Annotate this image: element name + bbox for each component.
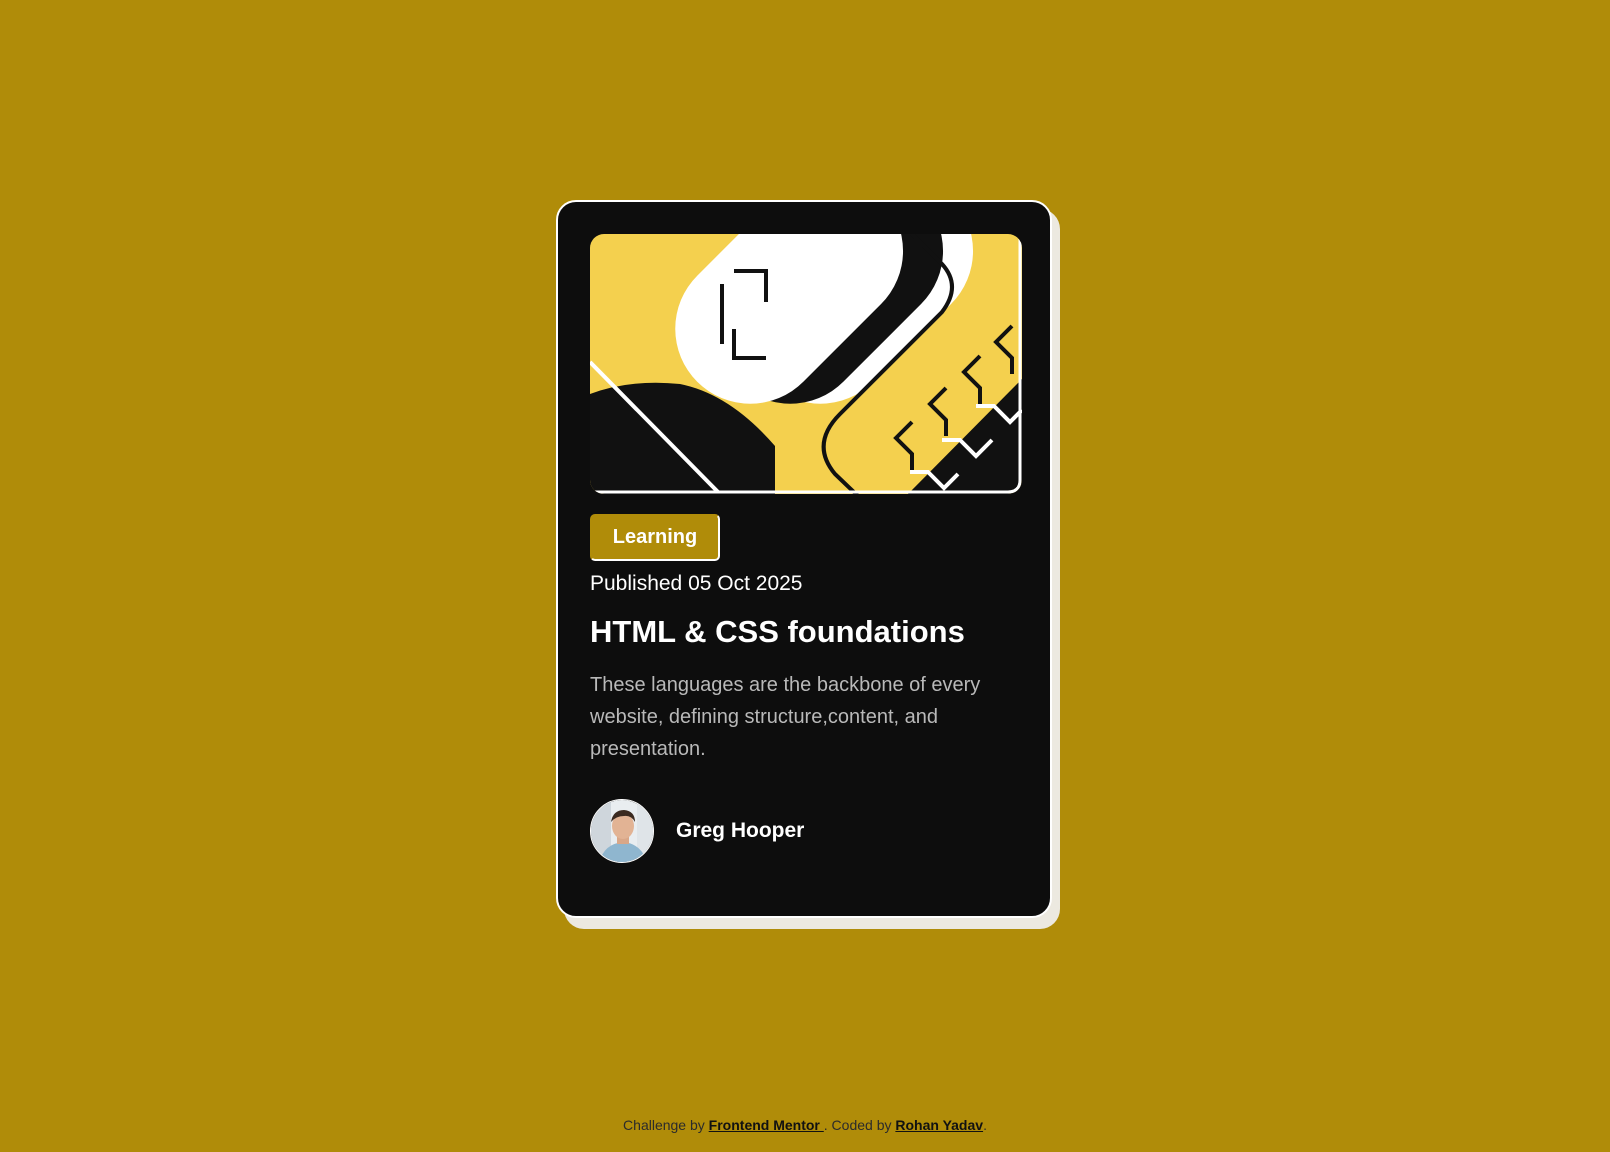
attribution-prefix: Challenge by xyxy=(623,1117,709,1133)
category-tag[interactable]: Learning xyxy=(590,514,720,561)
card-description: These languages are the backbone of ever… xyxy=(590,674,981,760)
frontend-mentor-link[interactable]: Frontend Mentor xyxy=(709,1117,824,1133)
page-background: Learning Published 05 Oct 2025 HTML & CS… xyxy=(0,0,1610,1152)
attribution-middle: . Coded by xyxy=(823,1117,896,1133)
person-avatar-icon xyxy=(590,799,654,863)
hero-illustration xyxy=(590,234,1022,494)
card-title[interactable]: HTML & CSS foundations xyxy=(590,614,965,650)
blog-preview-card: Learning Published 05 Oct 2025 HTML & CS… xyxy=(556,200,1052,918)
author: Greg Hooper xyxy=(590,798,804,864)
published-date: Published 05 Oct 2025 xyxy=(590,572,803,595)
author-name: Greg Hooper xyxy=(676,819,805,842)
html-css-illustration-icon xyxy=(590,234,1022,494)
author-link[interactable]: Rohan Yadav xyxy=(895,1117,983,1133)
attribution-suffix: . xyxy=(983,1117,987,1133)
attribution: Challenge by Frontend Mentor . Coded by … xyxy=(0,1117,1610,1133)
